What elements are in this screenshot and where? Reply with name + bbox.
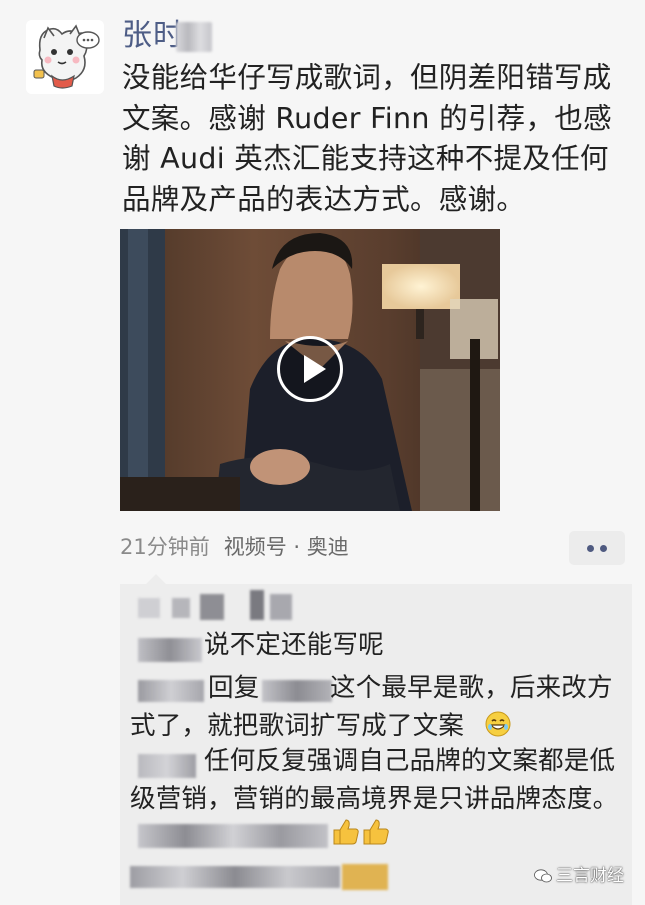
channel-link[interactable]: 视频号 · 奥迪 [224,535,349,559]
thumbs-up-emoji [333,819,389,845]
commenter-name-redacted [138,824,328,848]
comment-text: 这个最早是歌，后来改方 [330,673,613,703]
grin-emoji [485,711,511,737]
comment-text-cont: 级营销，营销的最高境界是只讲品牌态度。 [130,784,619,814]
video-thumbnail[interactable] [120,229,500,511]
avatar[interactable] [26,20,104,94]
source-watermark: 三言财经 [534,862,624,890]
more-dots-icon[interactable] [569,531,625,565]
cartoon-cat-avatar-icon [26,20,104,94]
reply-target-redacted [262,680,332,702]
author-name-redacted [176,22,212,52]
commenter-name-redacted [138,680,204,702]
post-time: 21分钟前 [120,535,210,559]
author-name[interactable]: 张时 [122,16,184,56]
comment-text: 任何反复强调自己品牌的文案都是低 [204,746,616,776]
reply-keyword: 回复 [208,673,260,703]
post-meta: 21分钟前 视频号 · 奥迪 [120,532,349,562]
comment-section: 说不定还能写呢 回复 这个最早是歌，后来改方 式了，就把歌词扩写成了文案 任何反… [120,574,632,905]
commenter-name-redacted [138,754,196,778]
commenter-name-redacted [138,638,202,662]
play-icon[interactable] [277,336,343,402]
comment-text-cont: 式了，就把歌词扩写成了文案 [130,711,465,741]
comment-text: 说不定还能写呢 [204,630,384,660]
watermark-label: 三言财经 [556,866,624,886]
wechat-icon [534,869,552,883]
post-text: 没能给华仔写成歌词，但阴差阳错写成文案。感谢 Ruder Finn 的引荐，也感… [122,61,612,216]
